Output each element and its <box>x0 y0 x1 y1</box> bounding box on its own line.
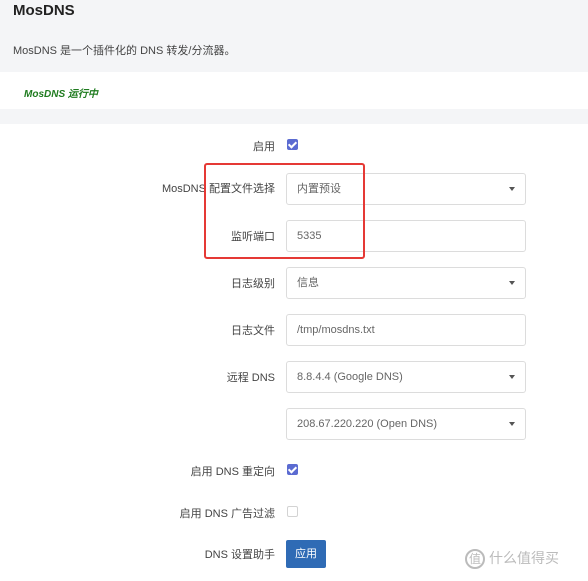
log-level-value: 信息 <box>297 277 319 289</box>
enable-checkbox[interactable] <box>287 139 298 150</box>
watermark-logo-icon: 值 <box>465 549 485 570</box>
status-text: MosDNS 运行中 <box>24 89 98 100</box>
log-file-label: 日志文件 <box>231 325 275 337</box>
watermark-text: 什么值得买 <box>489 550 559 566</box>
chevron-down-icon <box>509 375 515 379</box>
remote-dns-value-2: 208.67.220.220 (Open DNS) <box>297 418 438 430</box>
remote-dns-value-1: 8.8.4.4 (Google DNS) <box>297 371 403 383</box>
redirect-label: 启用 DNS 重定向 <box>190 466 275 478</box>
page: MosDNS MosDNS 是一个插件化的 DNS 转发/分流器。 MosDNS… <box>0 0 588 581</box>
chevron-down-icon <box>509 422 515 426</box>
enable-label: 启用 <box>253 141 275 153</box>
page-description: MosDNS 是一个插件化的 DNS 转发/分流器。 <box>13 45 236 57</box>
chevron-down-icon <box>509 187 515 191</box>
remote-dns-select-2[interactable]: 208.67.220.220 (Open DNS) <box>286 408 526 440</box>
remote-dns-select-1[interactable]: 8.8.4.4 (Google DNS) <box>286 361 526 393</box>
log-level-select[interactable]: 信息 <box>286 267 526 299</box>
highlight-box <box>204 163 365 259</box>
watermark: 值什么值得买 <box>465 548 559 570</box>
apply-button[interactable]: 应用 <box>286 540 326 568</box>
status-panel: MosDNS 运行中 <box>0 72 588 109</box>
chevron-down-icon <box>509 281 515 285</box>
redirect-checkbox[interactable] <box>287 464 298 475</box>
log-file-input[interactable]: /tmp/mosdns.txt <box>286 314 526 346</box>
log-level-label: 日志级别 <box>231 278 275 290</box>
page-title: MosDNS <box>13 2 75 19</box>
remote-dns-label: 远程 DNS <box>226 372 275 384</box>
adblock-checkbox[interactable] <box>287 506 298 517</box>
adblock-label: 启用 DNS 广告过滤 <box>179 508 275 520</box>
log-file-value: /tmp/mosdns.txt <box>297 324 375 336</box>
helper-label: DNS 设置助手 <box>204 549 275 561</box>
